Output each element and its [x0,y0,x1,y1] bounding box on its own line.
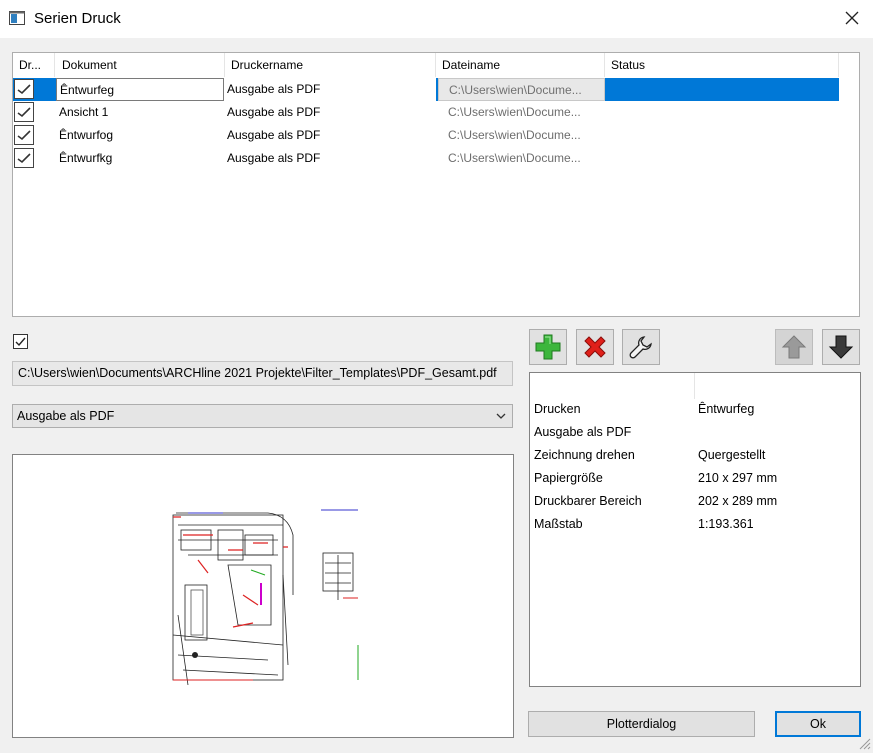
row-dateiname[interactable]: C:\Users\wien\Docume... [436,124,617,147]
window-title: Serien Druck [34,10,121,27]
arrow-down-icon [828,335,854,359]
chevron-down-icon [496,405,506,434]
row-druckername[interactable]: Ausgabe als PDF [224,78,436,101]
plus-icon [535,334,561,360]
row-dateiname[interactable]: C:\Users\wien\Docume... [436,147,617,170]
property-row: Maßstab 1:193.361 [534,517,854,539]
printer-select[interactable]: Ausgabe als PDF [12,404,513,428]
table-row[interactable]: Êntwurfog Ausgabe als PDF C:\Users\wien\… [13,124,839,147]
plotterdialog-button[interactable]: Plotterdialog [528,711,755,737]
table-row[interactable]: Êntwurfkg Ausgabe als PDF C:\Users\wien\… [13,147,839,170]
row-print-checkbox[interactable] [14,79,34,99]
property-row: Papiergröße 210 x 297 mm [534,471,854,493]
property-value: 202 x 289 mm [698,494,778,508]
close-icon [845,11,859,25]
property-key: Druckbarer Bereich [534,494,642,508]
row-dokument[interactable]: Êntwurfeg [56,78,224,101]
property-row: Drucken Êntwurfeg [534,402,854,424]
property-row: Druckbarer Bereich 202 x 289 mm [534,494,854,516]
row-print-checkbox[interactable] [14,102,34,122]
column-header-dateiname[interactable]: Dateiname [436,53,605,77]
row-dateiname[interactable]: C:\Users\wien\Docume... [436,101,617,124]
property-row: Zeichnung drehen Quergestellt [534,448,854,470]
table-row[interactable]: Ansicht 1 Ausgabe als PDF C:\Users\wien\… [13,101,839,124]
document-table[interactable]: Dr... Dokument Druckername Dateiname Sta… [12,52,860,317]
wrench-icon [629,336,652,359]
property-value: Quergestellt [698,448,766,462]
floor-plan-thumbnail [172,509,359,686]
arrow-up-icon [781,335,807,359]
delete-icon [584,336,606,358]
close-button[interactable] [835,2,869,34]
properties-panel: Drucken Êntwurfeg Ausgabe als PDF Zeichn… [529,372,861,687]
property-value: Êntwurfeg [698,402,755,416]
ok-button[interactable]: Ok [775,711,861,737]
app-icon [9,11,25,25]
title-bar [0,0,873,38]
table-row[interactable]: Êntwurfeg Ausgabe als PDF C:\Users\wien\… [13,78,839,101]
printer-select-value: Ausgabe als PDF [17,409,115,423]
property-key: Papiergröße [534,471,603,485]
row-druckername[interactable]: Ausgabe als PDF [227,124,436,147]
column-header-drucken[interactable]: Dr... [13,53,55,77]
row-dateiname[interactable]: C:\Users\wien\Docume... [438,78,605,101]
property-value: 1:193.361 [698,517,754,531]
move-up-button[interactable] [775,329,813,365]
row-dokument[interactable]: Ansicht 1 [59,101,224,124]
row-druckername[interactable]: Ausgabe als PDF [227,101,436,124]
add-button[interactable] [529,329,567,365]
row-dokument[interactable]: Êntwurfkg [59,147,224,170]
property-key: Maßstab [534,517,583,531]
single-output-checkbox[interactable] [13,334,28,349]
delete-button[interactable] [576,329,614,365]
output-path-field[interactable]: C:\Users\wien\Documents\ARCHline 2021 Pr… [12,361,513,386]
property-row: Ausgabe als PDF [534,425,854,447]
column-header-status[interactable]: Status [605,53,839,77]
settings-button[interactable] [622,329,660,365]
property-key: Drucken [534,402,581,416]
property-key: Ausgabe als PDF [534,425,632,439]
property-key: Zeichnung drehen [534,448,635,462]
column-header-dokument[interactable]: Dokument [56,53,225,77]
move-down-button[interactable] [822,329,860,365]
properties-divider [694,373,695,399]
property-value: 210 x 297 mm [698,471,778,485]
row-print-checkbox[interactable] [14,125,34,145]
row-print-checkbox[interactable] [14,148,34,168]
row-dokument[interactable]: Êntwurfog [59,124,224,147]
row-druckername[interactable]: Ausgabe als PDF [227,147,436,170]
resize-grip[interactable] [857,736,871,750]
print-preview [12,454,514,738]
column-header-druckername[interactable]: Druckername [225,53,436,77]
